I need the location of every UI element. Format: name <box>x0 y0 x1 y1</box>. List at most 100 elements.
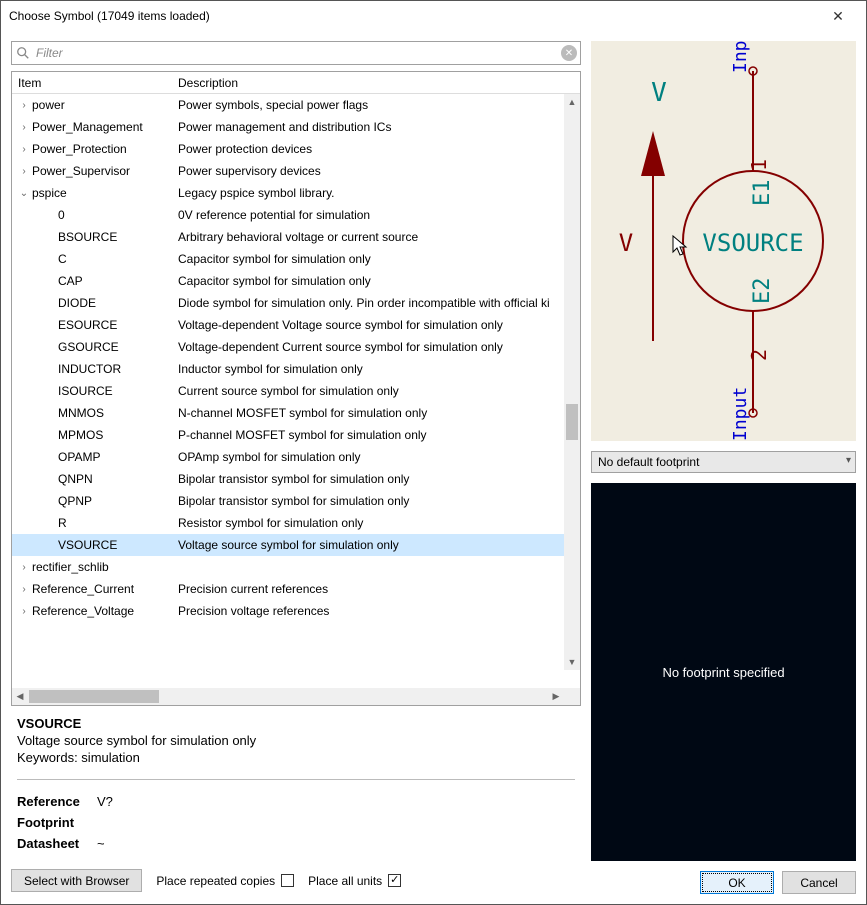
detail-properties: Reference V? Footprint Datasheet ~ <box>17 794 575 851</box>
detail-divider <box>17 779 575 780</box>
symbol-graphic: Input 1 VSOURCE E1 E2 2 Input V V <box>591 41 856 441</box>
tree-item-description: Capacitor symbol for simulation only <box>172 252 580 266</box>
filter-clear-button[interactable]: ✕ <box>561 45 577 61</box>
tree-row[interactable]: INDUCTORInductor symbol for simulation o… <box>12 358 580 380</box>
tree-item-label: Power_Supervisor <box>32 164 130 178</box>
footprint-preview[interactable]: No footprint specified <box>591 483 856 861</box>
hscrollbar-thumb[interactable] <box>29 690 159 703</box>
tree-row[interactable]: MNMOSN-channel MOSFET symbol for simulat… <box>12 402 580 424</box>
tree-item-description: P-channel MOSFET symbol for simulation o… <box>172 428 580 442</box>
tree-item-label: Power_Protection <box>32 142 127 156</box>
tree-row[interactable]: 00V reference potential for simulation <box>12 204 580 226</box>
prop-datasheet-value: ~ <box>97 836 575 851</box>
column-header-description[interactable]: Description <box>172 76 564 90</box>
expand-open-icon[interactable]: ⌄ <box>16 188 32 199</box>
footprint-dropdown-label: No default footprint <box>598 455 699 469</box>
filter-input[interactable] <box>11 41 581 65</box>
scrollbar-thumb[interactable] <box>566 404 578 440</box>
tree-row[interactable]: GSOURCEVoltage-dependent Current source … <box>12 336 580 358</box>
prop-footprint-value <box>97 815 575 830</box>
horizontal-scrollbar[interactable]: ◀ ▶ <box>12 688 580 705</box>
tree-item-label: ESOURCE <box>58 318 117 332</box>
tree-row[interactable]: ›Reference_CurrentPrecision current refe… <box>12 578 580 600</box>
tree-item-label: C <box>58 252 67 266</box>
tree-row[interactable]: CAPCapacitor symbol for simulation only <box>12 270 580 292</box>
place-all-units-label: Place all units <box>308 874 382 888</box>
tree-row[interactable]: MPMOS P-channel MOSFET symbol for simulat… <box>12 424 580 446</box>
checkbox-icon[interactable] <box>281 874 294 887</box>
search-icon <box>16 46 30 60</box>
checkbox-checked-icon[interactable] <box>388 874 401 887</box>
svg-text:1: 1 <box>747 159 771 171</box>
tree-item-label: OPAMP <box>58 450 100 464</box>
footprint-preview-text: No footprint specified <box>662 665 784 680</box>
tree-item-label: 0 <box>58 208 65 222</box>
place-all-units-checkbox[interactable]: Place all units <box>308 874 401 888</box>
expand-closed-icon[interactable]: › <box>16 144 32 155</box>
svg-text:Input: Input <box>730 387 751 441</box>
tree-row[interactable]: ›Power_Supervisor Power supervisory devic… <box>12 160 580 182</box>
expand-closed-icon[interactable]: › <box>16 122 32 133</box>
tree-item-label: MPMOS <box>58 428 103 442</box>
bottom-bar: Select with Browser Place repeated copie… <box>11 863 581 894</box>
svg-text:E2: E2 <box>750 278 775 305</box>
tree-row[interactable]: ›rectifier_schlib <box>12 556 580 578</box>
tree-item-description: Bipolar transistor symbol for simulation… <box>172 472 580 486</box>
tree-item-description: Precision voltage references <box>172 604 580 618</box>
titlebar: Choose Symbol (17049 items loaded) ✕ <box>1 1 866 31</box>
close-button[interactable]: ✕ <box>818 2 858 30</box>
tree-row[interactable]: ›powerPower symbols, special power flags <box>12 94 580 116</box>
select-with-browser-button[interactable]: Select with Browser <box>11 869 142 892</box>
tree-row[interactable]: C Capacitor symbol for simulation only <box>12 248 580 270</box>
expand-closed-icon[interactable]: › <box>16 606 32 617</box>
tree-row[interactable]: OPAMPOPAmp symbol for simulation only <box>12 446 580 468</box>
tree-item-description: Diode symbol for simulation only. Pin or… <box>172 296 580 310</box>
scroll-right-arrow-icon[interactable]: ▶ <box>548 688 564 705</box>
tree-item-label: GSOURCE <box>58 340 119 354</box>
tree-item-description: Power symbols, special power flags <box>172 98 580 112</box>
tree-row[interactable]: VSOURCEVoltage source symbol for simulat… <box>12 534 580 556</box>
cancel-button[interactable]: Cancel <box>782 871 856 894</box>
tree-row[interactable]: RResistor symbol for simulation only <box>12 512 580 534</box>
dialog-buttons: OK Cancel <box>591 871 856 894</box>
tree-item-label: INDUCTOR <box>58 362 121 376</box>
tree-row[interactable]: ›Power_ManagementPower management and di… <box>12 116 580 138</box>
footprint-dropdown[interactable]: No default footprint ▾ <box>591 451 856 473</box>
tree-row[interactable]: BSOURCEArbitrary behavioral voltage or c… <box>12 226 580 248</box>
filter-box: ✕ <box>11 41 581 65</box>
place-repeated-checkbox[interactable]: Place repeated copies <box>156 874 294 888</box>
tree-row[interactable]: ⌄pspiceLegacy pspice symbol library. <box>12 182 580 204</box>
tree-item-description: Legacy pspice symbol library. <box>172 186 580 200</box>
scroll-down-arrow-icon[interactable]: ▼ <box>564 654 580 670</box>
tree-row[interactable]: QNPNBipolar transistor symbol for simula… <box>12 468 580 490</box>
tree-row[interactable]: ESOURCE Voltage-dependent Voltage source … <box>12 314 580 336</box>
expand-closed-icon[interactable]: › <box>16 562 32 573</box>
tree-item-label: BSOURCE <box>58 230 117 244</box>
expand-closed-icon[interactable]: › <box>16 166 32 177</box>
close-icon: ✕ <box>832 8 844 25</box>
column-header-item[interactable]: Item <box>12 76 172 90</box>
tree-row[interactable]: ›Reference_VoltagePrecision voltage refe… <box>12 600 580 622</box>
scroll-left-arrow-icon[interactable]: ◀ <box>12 688 28 705</box>
expand-closed-icon[interactable]: › <box>16 584 32 595</box>
scroll-up-arrow-icon[interactable]: ▲ <box>564 94 580 110</box>
svg-text:V: V <box>619 229 633 257</box>
vertical-scrollbar[interactable]: ▲ ▼ <box>564 94 580 670</box>
tree-item-description: Resistor symbol for simulation only <box>172 516 580 530</box>
tree-row[interactable]: ISOURCECurrent source symbol for simulat… <box>12 380 580 402</box>
expand-closed-icon[interactable]: › <box>16 100 32 111</box>
tree-row[interactable]: ›Power_ProtectionPower protection device… <box>12 138 580 160</box>
prop-reference-label: Reference <box>17 794 97 809</box>
tree-row[interactable]: DIODEDiode symbol for simulation only. P… <box>12 292 580 314</box>
tree-item-label: Power_Management <box>32 120 143 134</box>
prop-datasheet-label: Datasheet <box>17 836 97 851</box>
symbol-tree: Item Description ›powerPower symbols, sp… <box>11 71 581 706</box>
tree-item-description: Power supervisory devices <box>172 164 580 178</box>
tree-row[interactable]: QPNPBipolar transistor symbol for simula… <box>12 490 580 512</box>
symbol-preview[interactable]: Input 1 VSOURCE E1 E2 2 Input V V <box>591 41 856 441</box>
ok-button[interactable]: OK <box>700 871 774 894</box>
tree-item-description: Voltage-dependent Voltage source symbol … <box>172 318 580 332</box>
tree-item-label: QPNP <box>58 494 92 508</box>
tree-item-label: Reference_Current <box>32 582 134 596</box>
clear-icon: ✕ <box>565 48 573 59</box>
